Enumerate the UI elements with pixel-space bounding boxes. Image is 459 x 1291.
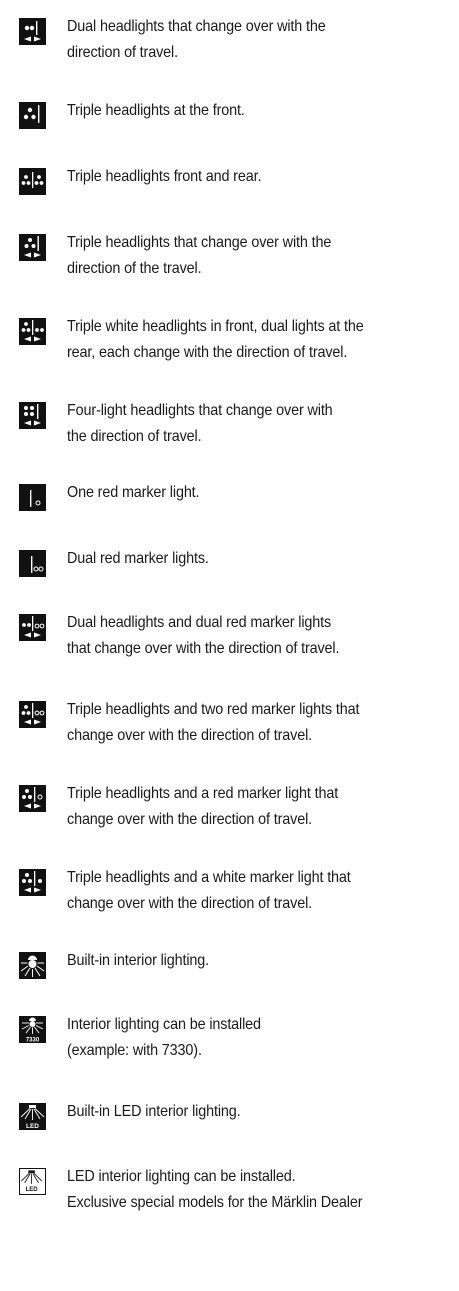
- triple-headlights-red-marker-icon: [19, 785, 46, 812]
- legend-text: Triple headlights and a white marker lig…: [67, 869, 351, 912]
- legend-text: Triple headlights front and rear.: [67, 168, 262, 185]
- triple-white-dual-rear-icon: [19, 318, 46, 345]
- legend-text: Dual red marker lights.: [67, 550, 209, 567]
- svg-text:LED: LED: [26, 1123, 39, 1130]
- svg-text:LED: LED: [26, 1187, 39, 1193]
- legend-text: Triple headlights that change over with …: [67, 234, 332, 277]
- legend-text: Triple headlights and two red marker lig…: [67, 701, 360, 744]
- led-interior-lighting-icon: LED: [19, 1103, 46, 1130]
- legend-text: Interior lighting can be installed (examp…: [67, 1016, 261, 1059]
- dual-headlights-changeover-icon: [19, 18, 46, 45]
- dual-red-marker-icon: [19, 550, 46, 577]
- one-red-marker-icon: [19, 484, 46, 511]
- legend-text: One red marker light.: [67, 484, 200, 501]
- dual-headlights-dual-red-icon: [19, 614, 46, 641]
- four-light-headlights-icon: [19, 402, 46, 429]
- led-interior-installable-icon: LED: [19, 1168, 46, 1195]
- legend-text: Triple headlights and a red marker light…: [67, 785, 339, 828]
- legend-text: LED interior lighting can be installed. E…: [67, 1168, 363, 1211]
- triple-headlights-front-rear-icon: [19, 168, 46, 195]
- svg-text:7330: 7330: [26, 1038, 40, 1044]
- legend-text: Four-light headlights that change over w…: [67, 402, 333, 445]
- interior-lighting-installable-icon: 7330: [19, 1016, 46, 1043]
- triple-headlights-front-icon: [19, 102, 46, 129]
- triple-headlights-white-marker-icon: [19, 869, 46, 896]
- triple-headlights-changeover-icon: [19, 234, 46, 261]
- legend-text: Dual headlights and dual red marker ligh…: [67, 614, 340, 657]
- legend-text: Built-in interior lighting.: [67, 952, 210, 969]
- legend-text: Triple headlights at the front.: [67, 102, 245, 119]
- legend-text: Triple white headlights in front, dual l…: [67, 318, 364, 361]
- legend-text: Built-in LED interior lighting.: [67, 1103, 241, 1120]
- triple-headlights-two-red-icon: [19, 701, 46, 728]
- interior-lighting-icon: [19, 952, 46, 979]
- legend-text: Dual headlights that change over with th…: [67, 18, 326, 61]
